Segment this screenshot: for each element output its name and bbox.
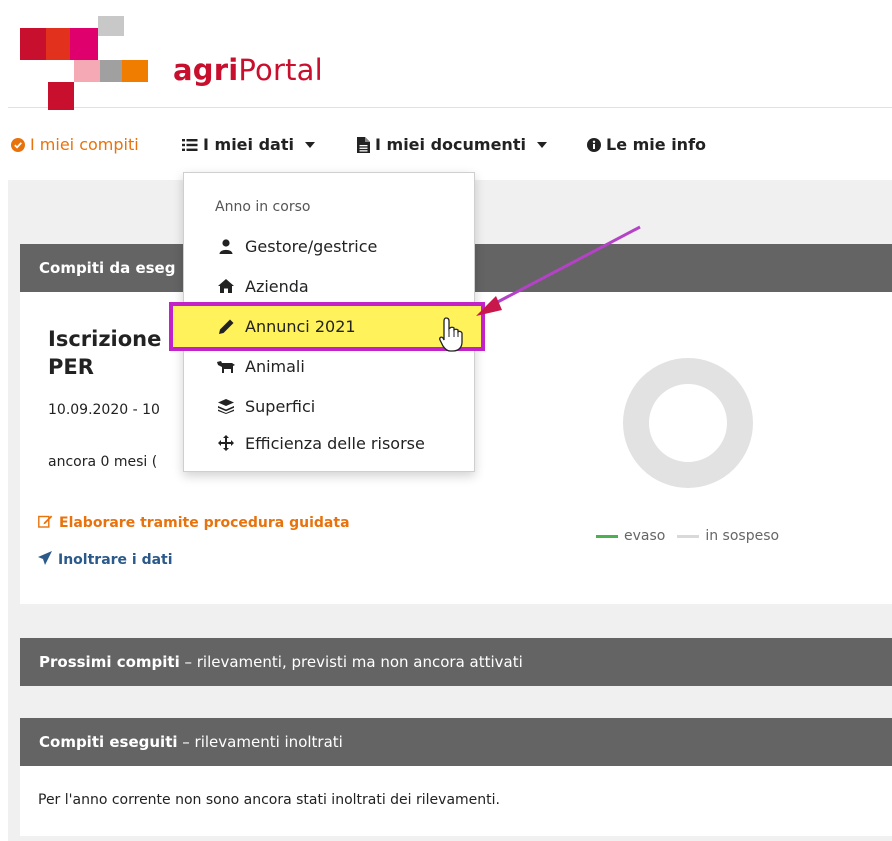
menu-item-efficienza[interactable]: Efficienza delle risorse [183, 425, 473, 461]
user-icon [217, 238, 235, 254]
nav-my-documents[interactable]: I miei documenti [357, 135, 547, 154]
submit-data-label: Inoltrare i dati [58, 552, 173, 568]
menu-item-label: Annunci 2021 [245, 316, 356, 336]
task-title: Iscrizione a PER [48, 325, 183, 381]
done-tasks-header: Compiti eseguiti – rilevamenti inoltrati [20, 718, 892, 766]
menu-item-label: Superfici [245, 396, 316, 416]
nav-my-data[interactable]: I miei dati [182, 135, 315, 154]
chevron-down-icon [304, 141, 315, 148]
info-circle-icon [587, 137, 601, 152]
menu-item-label: Efficienza delle risorse [245, 433, 425, 453]
task-remaining-time: ancora 0 mesi ( [48, 454, 158, 470]
menu-item-annunci[interactable]: Annunci 2021 [183, 308, 473, 344]
menu-item-label: Azienda [245, 276, 309, 296]
legend-pending-label: in sospeso [705, 528, 780, 544]
guided-edit-link[interactable]: Elaborare tramite procedura guidata [38, 514, 350, 532]
guided-edit-label: Elaborare tramite procedura guidata [59, 515, 350, 531]
brand-name: agriPortal [173, 53, 323, 87]
layers-icon [217, 398, 235, 414]
chart-legend: evaso in sospeso [596, 528, 779, 544]
progress-donut [623, 358, 753, 488]
file-icon [357, 136, 370, 153]
list-icon [182, 138, 198, 152]
task-dates: 10.09.2020 - 10 [48, 402, 160, 418]
menu-item-animali[interactable]: Animali [183, 348, 473, 384]
legend-pending-swatch [677, 534, 700, 538]
panel-heading-rest: – rilevamenti, previsti ma non ancora at… [179, 653, 523, 671]
menu-item-label: Gestore/gestrice [245, 236, 378, 256]
nav-my-tasks[interactable]: I miei compiti [11, 135, 139, 154]
nav-label: I miei compiti [30, 135, 139, 154]
menu-item-superfici[interactable]: Superfici [183, 388, 473, 424]
arrows-icon [217, 435, 235, 451]
panel-heading-rest: – rilevamenti inoltrati [177, 733, 343, 751]
site-header: agriPortal [8, 8, 892, 112]
task-title-line1: Iscrizione a [48, 327, 183, 351]
dropdown-header: Anno in corso [215, 199, 311, 215]
legend-done-label: evaso [624, 528, 666, 544]
chevron-down-icon [536, 141, 547, 148]
no-submissions-message: Per l'anno corrente non sono ancora stat… [38, 792, 500, 808]
nav-label: Le mie info [606, 135, 707, 154]
next-tasks-header: Prossimi compiti – rilevamenti, previsti… [20, 638, 892, 686]
nav-my-info[interactable]: Le mie info [587, 135, 706, 154]
check-circle-icon [11, 137, 25, 152]
panel-heading: Compiti da eseg [39, 259, 176, 277]
menu-item-gestore[interactable]: Gestore/gestrice [183, 228, 473, 264]
nav-label: I miei dati [203, 135, 294, 154]
home-icon [217, 279, 235, 293]
edit-icon [38, 514, 53, 532]
menu-item-label: Animali [245, 356, 305, 376]
legend-done-swatch [596, 534, 618, 538]
panel-heading-bold: Prossimi compiti [39, 653, 180, 671]
pencil-icon [217, 319, 235, 334]
cow-icon [217, 360, 235, 373]
send-icon [38, 551, 52, 569]
donut-pending-ring [623, 358, 753, 488]
menu-item-azienda[interactable]: Azienda [183, 268, 473, 304]
nav-label: I miei documenti [375, 135, 526, 154]
submit-data-link[interactable]: Inoltrare i dati [38, 551, 173, 569]
panel-heading-bold: Compiti eseguiti [39, 733, 178, 751]
task-title-line2: PER [48, 355, 94, 379]
agriportal-logo[interactable] [20, 16, 170, 112]
